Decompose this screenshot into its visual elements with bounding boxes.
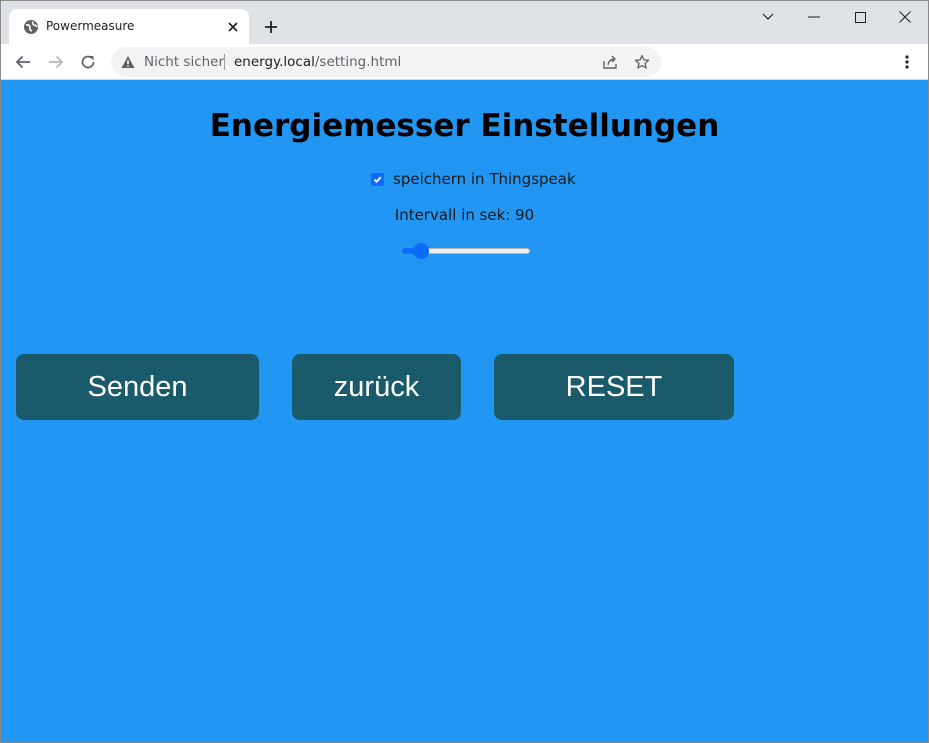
page-title: Energiemesser Einstellungen (209, 108, 720, 144)
globe-icon (23, 19, 39, 35)
thingspeak-label[interactable]: speichern in Thingspeak (393, 170, 576, 188)
url-host: energy.local (234, 54, 315, 70)
share-icon[interactable] (601, 53, 619, 71)
page-content: Energiemesser Einstellungen speichern in… (1, 81, 928, 742)
browser-tab[interactable]: Powermeasure (9, 9, 249, 44)
interval-slider[interactable] (402, 243, 530, 259)
address-divider (224, 54, 225, 70)
send-button[interactable]: Senden (16, 354, 259, 420)
new-tab-icon[interactable] (259, 15, 283, 39)
warning-icon[interactable] (121, 55, 135, 69)
url-path: /setting.html (314, 54, 402, 70)
more-menu-icon[interactable] (897, 50, 917, 74)
minimize-icon[interactable] (791, 1, 837, 33)
browser-toolbar: Nicht sicher energy.local/setting.html (1, 44, 928, 80)
thingspeak-checkbox[interactable] (371, 172, 384, 186)
thingspeak-option: speichern in Thingspeak (371, 170, 576, 188)
interval-label: Intervall in sek: 90 (394, 206, 535, 224)
not-secure-label[interactable]: Nicht sicher (144, 54, 224, 70)
reload-icon[interactable] (76, 50, 100, 74)
close-icon[interactable] (223, 17, 243, 37)
maximize-icon[interactable] (837, 1, 883, 33)
browser-window: Powermeasure Nicht sicher energy.local/s… (0, 0, 929, 743)
slider-thumb[interactable] (413, 243, 430, 259)
chevron-down-icon[interactable] (745, 1, 791, 33)
url-text[interactable]: energy.local/setting.html (234, 54, 401, 70)
address-bar[interactable]: Nicht sicher energy.local/setting.html (111, 47, 661, 77)
back-button[interactable]: zurück (292, 354, 461, 420)
forward-arrow-icon[interactable] (44, 50, 68, 74)
reset-button[interactable]: RESET (494, 354, 734, 420)
tab-title: Powermeasure (46, 19, 135, 33)
window-close-icon[interactable] (882, 1, 928, 33)
tab-strip: Powermeasure (1, 1, 928, 44)
bookmark-star-icon[interactable] (633, 53, 651, 71)
back-arrow-icon[interactable] (11, 50, 35, 74)
